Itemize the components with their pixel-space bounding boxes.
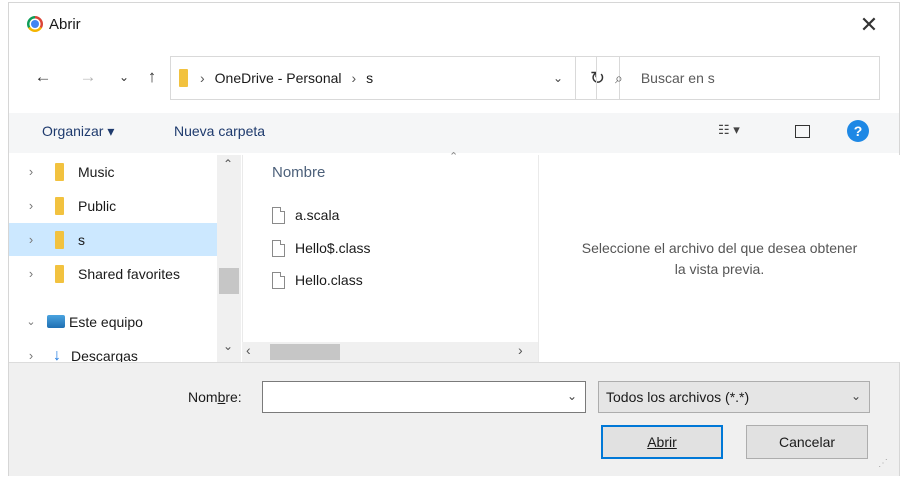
chevron-right-icon[interactable]: › xyxy=(21,164,41,179)
chevron-right-icon[interactable]: › xyxy=(21,266,41,281)
resize-grip-icon[interactable]: ⋰ xyxy=(878,458,888,469)
scroll-down-icon[interactable]: ⌄ xyxy=(223,339,233,353)
tree-item-label: s xyxy=(78,231,85,248)
tree-item-s[interactable]: › s xyxy=(9,223,217,256)
tree-item-label: Shared favorites xyxy=(78,265,180,282)
chevron-down-icon[interactable]: ⌄ xyxy=(21,315,41,328)
file-name-label: Nombre: xyxy=(188,389,242,405)
file-name-dropdown-icon[interactable]: ⌄ xyxy=(567,389,577,403)
navigation-pane: › Music › Public › s › Shared favorites … xyxy=(9,155,242,362)
address-dropdown-icon[interactable]: ⌄ xyxy=(553,71,563,85)
file-name: a.scala xyxy=(295,207,340,223)
search-icon: ⌕ xyxy=(615,69,623,86)
dialog-title: Abrir xyxy=(49,15,81,33)
file-item[interactable]: Hello$.class xyxy=(272,236,370,260)
breadcrumb-onedrive[interactable]: OneDrive - Personal xyxy=(215,70,342,86)
preview-pane: Seleccione el archivo del que desea obte… xyxy=(538,155,900,362)
address-bar[interactable]: › OneDrive - Personal › s ⌄ xyxy=(170,56,576,100)
back-arrow-icon[interactable]: ← xyxy=(32,66,54,88)
file-icon xyxy=(272,239,285,257)
folder-icon xyxy=(55,230,64,249)
chevron-right-icon[interactable]: › xyxy=(21,348,41,362)
close-button[interactable]: ✕ xyxy=(854,10,884,40)
file-list-scroll-thumb[interactable] xyxy=(270,344,340,360)
tree-item-shared-favorites[interactable]: › Shared favorites xyxy=(9,257,217,290)
chevron-right-icon[interactable]: › xyxy=(21,232,41,247)
column-header-name[interactable]: Nombre xyxy=(272,164,325,181)
recent-locations-chevron-icon[interactable]: ⌄ xyxy=(113,66,135,88)
command-bar: Organizar ▾ Nueva carpeta ☷ ▾ ? xyxy=(9,113,899,153)
file-icon xyxy=(272,206,285,224)
search-placeholder: Buscar en s xyxy=(640,70,715,86)
help-icon[interactable]: ? xyxy=(847,120,869,142)
scroll-up-icon[interactable]: ⌃ xyxy=(223,157,233,171)
new-folder-button[interactable]: Nueva carpeta xyxy=(174,123,265,139)
preview-message-line1: Seleccione el archivo del que desea obte… xyxy=(581,239,858,256)
scroll-right-icon[interactable]: › xyxy=(518,342,523,358)
tree-item-downloads[interactable]: › ↓ Descargas xyxy=(9,339,217,363)
file-name: Hello.class xyxy=(295,272,363,288)
organize-menu[interactable]: Organizar ▾ xyxy=(42,123,114,140)
breadcrumb-s[interactable]: s xyxy=(366,70,373,86)
download-arrow-icon: ↓ xyxy=(53,346,61,363)
breadcrumb-separator-icon: › xyxy=(200,70,205,86)
tree-item-public[interactable]: › Public xyxy=(9,189,217,222)
breadcrumb-separator-icon: › xyxy=(351,70,357,86)
folder-icon xyxy=(55,162,64,181)
tree-item-this-pc[interactable]: ⌄ Este equipo xyxy=(9,305,217,338)
preview-pane-icon[interactable] xyxy=(795,125,810,138)
chrome-icon xyxy=(27,16,43,32)
file-item[interactable]: Hello.class xyxy=(272,268,363,292)
forward-arrow-icon[interactable]: → xyxy=(77,66,99,88)
file-icon xyxy=(272,271,285,289)
title-bar: Abrir xyxy=(27,12,81,36)
file-item[interactable]: a.scala xyxy=(272,203,339,227)
navigation-scroll-thumb[interactable] xyxy=(219,268,239,294)
scroll-left-icon[interactable]: ‹ xyxy=(246,342,251,358)
folder-icon xyxy=(55,264,64,283)
file-type-value: Todos los archivos (*.*) xyxy=(606,389,750,405)
file-type-select[interactable]: Todos los archivos (*.*) ⌄ xyxy=(598,381,870,413)
chevron-right-icon[interactable]: › xyxy=(21,198,41,213)
file-type-dropdown-icon[interactable]: ⌄ xyxy=(851,389,861,403)
file-name: Hello$.class xyxy=(295,240,371,256)
tree-item-label: Descargas xyxy=(71,347,138,363)
open-button[interactable]: Abrir xyxy=(601,425,723,459)
preview-message-line2: la vista previa. xyxy=(674,260,765,277)
file-name-input[interactable]: ⌄ xyxy=(262,381,586,413)
cancel-button[interactable]: Cancelar xyxy=(746,425,868,459)
tree-item-music[interactable]: › Music xyxy=(9,155,217,188)
folder-icon xyxy=(179,69,188,87)
sort-ascending-icon: ⌃ xyxy=(449,151,459,163)
tree-item-label: Este equipo xyxy=(69,313,143,330)
tree-item-label: Music xyxy=(78,163,115,180)
navigation-scrollbar[interactable]: ⌃ ⌄ xyxy=(217,155,241,362)
computer-icon xyxy=(47,315,65,328)
folder-icon xyxy=(55,196,64,215)
tree-item-label: Public xyxy=(78,197,117,214)
search-box[interactable]: ⌕ Buscar en s xyxy=(596,56,880,100)
up-arrow-icon[interactable]: ↑ xyxy=(141,66,163,88)
view-options-icon[interactable]: ☷ ▾ xyxy=(718,122,740,138)
